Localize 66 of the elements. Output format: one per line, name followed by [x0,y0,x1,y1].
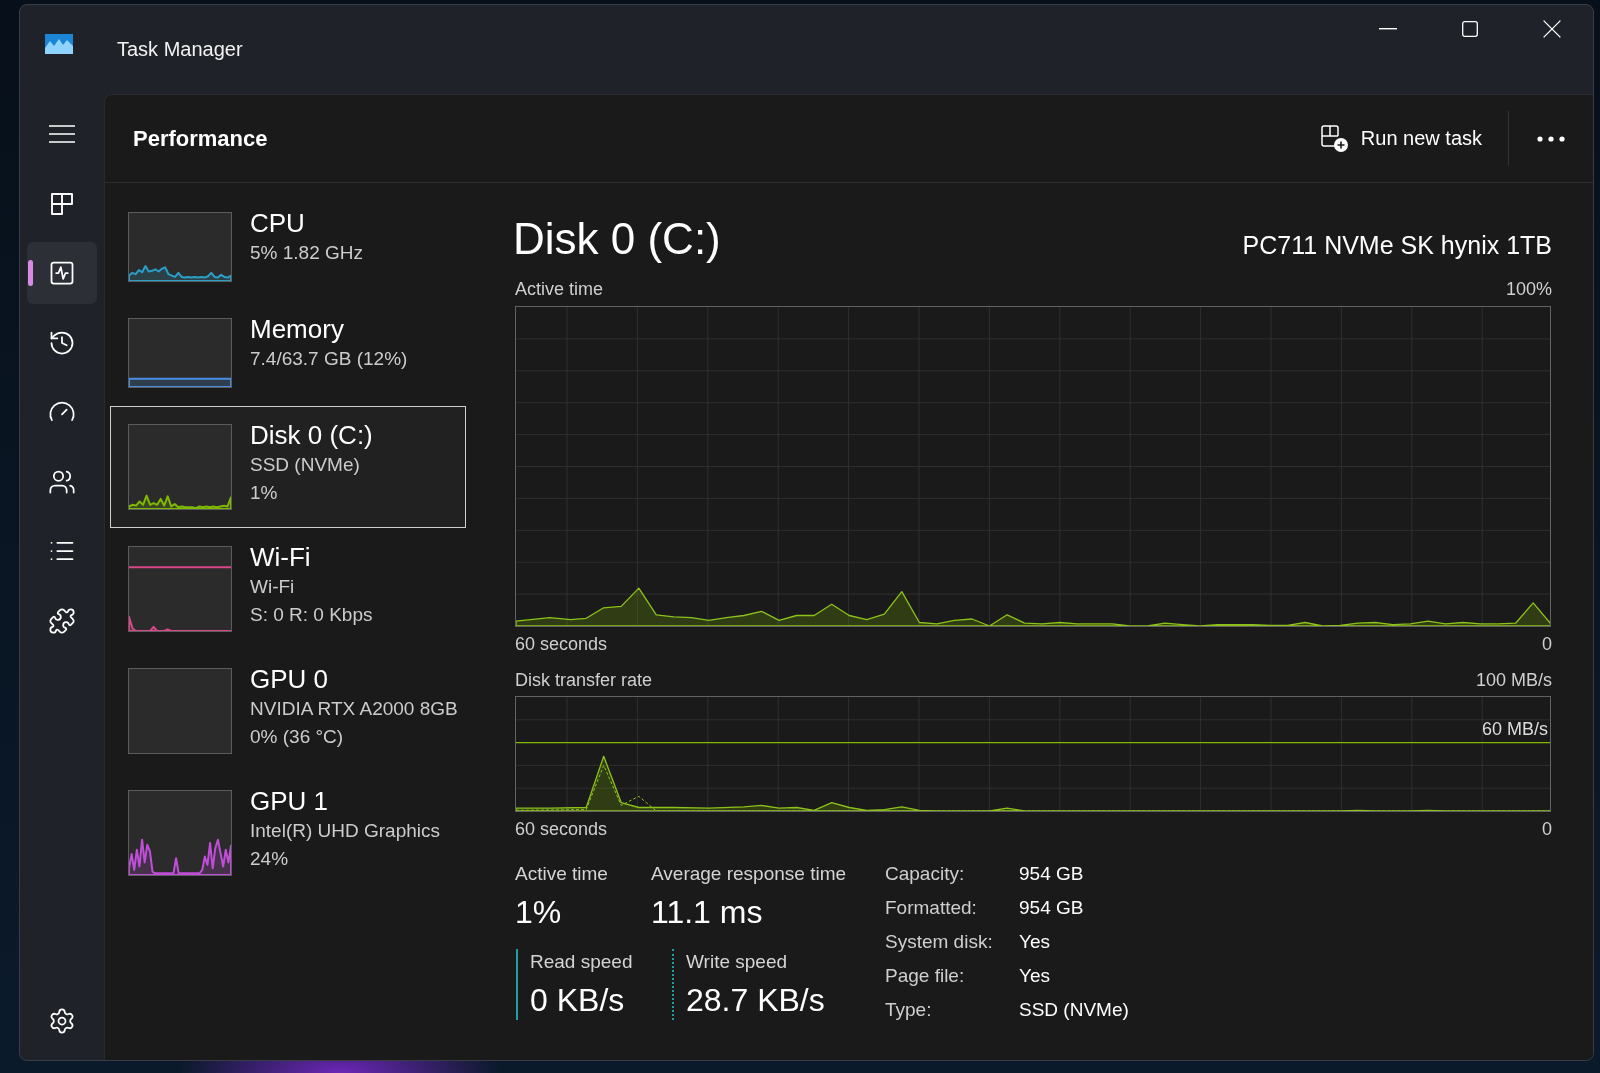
device-list-item[interactable]: Wi-Fi Wi-Fi S: 0 R: 0 Kbps [110,528,466,650]
property-label: Page file: [885,964,966,988]
property-label: Formatted: [885,896,978,920]
nav-tab[interactable] [27,242,97,304]
device-list-item[interactable]: Disk 0 (C:) SSD (NVMe) 1% [110,406,466,528]
graph-max-label: 100% [1505,278,1552,301]
puzzle-icon [48,606,76,635]
time-end-label: 0 [1542,633,1552,656]
window-title: Task Manager [117,38,243,61]
app-icon [45,33,73,54]
speed-label: Read speed [530,950,634,974]
device-detail: 1% [250,481,279,505]
maximize-icon [1462,21,1478,37]
run-new-task-button[interactable]: Run new task [1308,116,1494,161]
stat-label: Average response time [651,862,848,886]
stat-value: 1% [515,893,563,932]
device-name: GPU 0 [250,663,330,695]
graph-max-label: 100 MB/s [1475,669,1552,692]
device-detail: SSD (NVMe) [250,453,361,477]
reference-line-label: 60 MB/s [1481,717,1548,741]
property-label: Type: [885,998,933,1022]
new-task-icon [1320,124,1349,153]
graph-label: Active time [515,278,604,301]
device-detail: Intel(R) UHD Graphics [250,819,441,843]
close-icon [1543,20,1561,38]
stat-value: 11.1 ms [651,893,764,932]
property-label: Capacity: [885,862,966,886]
time-span-label: 60 seconds [515,633,608,656]
more-icon [1537,135,1565,142]
device-name: GPU 1 [250,785,330,817]
speed-value: 28.7 KB/s [686,981,826,1020]
device-list-item[interactable]: GPU 0 NVIDIA RTX A2000 8GB 0% (36 °C) [110,650,466,772]
device-title: Disk 0 (C:) [513,213,721,265]
device-list-item[interactable]: Memory 7.4/63.7 GB (12%) [110,300,466,406]
device-name: Memory [250,313,345,345]
device-list-item[interactable]: GPU 1 Intel(R) UHD Graphics 24% [110,772,466,894]
minimize-icon [1379,28,1397,30]
speed-value: 0 KB/s [530,981,626,1020]
speed-label: Write speed [686,950,789,974]
property-value: SSD (NVMe) [1019,998,1129,1022]
device-name: Disk 0 (C:) [250,419,373,451]
property-value: Yes [1019,964,1051,988]
device-detail: 24% [250,847,290,871]
time-span-label: 60 seconds [515,818,608,841]
device-name: Wi-Fi [250,541,312,573]
time-end-label: 0 [1542,818,1552,841]
device-detail: S: 0 R: 0 Kbps [250,603,373,627]
device-name: CPU [250,207,306,239]
device-detail: 0% (36 °C) [250,725,345,749]
pulse-icon [48,259,76,287]
device-detail: Wi-Fi [250,575,296,599]
graph-label: Disk transfer rate [515,669,653,692]
property-value: Yes [1019,930,1051,954]
property-value: 954 GB [1019,896,1085,920]
device-detail: 7.4/63.7 GB (12%) [250,347,408,371]
settings-icon [48,1007,76,1035]
stat-label: Active time [515,862,609,886]
device-detail: NVIDIA RTX A2000 8GB [250,697,458,721]
device-detail: 5% 1.82 GHz [250,241,363,265]
grid-icon [51,192,73,215]
property-value: 954 GB [1019,862,1085,886]
page-title: Performance [133,125,268,152]
property-label: System disk: [885,930,994,954]
device-model: PC711 NVMe SK hynix 1TB [1242,231,1552,260]
device-list-item[interactable]: CPU 5% 1.82 GHz [110,194,466,300]
menu-icon [49,125,75,143]
